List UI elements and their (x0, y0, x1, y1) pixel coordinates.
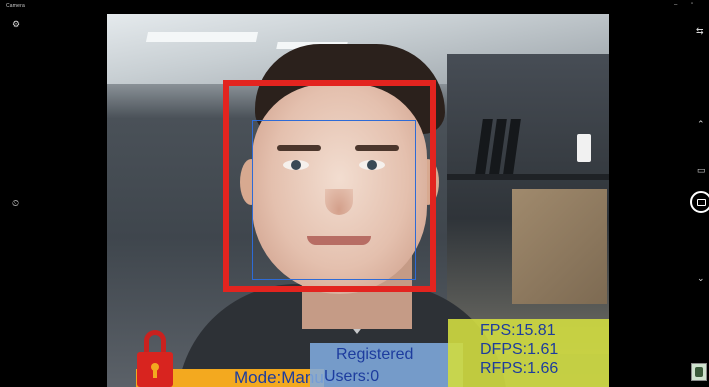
users-count: Users:0 (324, 368, 380, 385)
fps-value: FPS:15.81 (480, 322, 556, 339)
fps-stats-panel: FPS:15.81 DFPS:1.61 RFPS:1.66 (448, 319, 609, 387)
title-bar: Camera – ▫ (0, 0, 709, 14)
switch-camera-icon[interactable]: ⇆ (696, 27, 704, 36)
shelf (447, 174, 609, 180)
dfps-value: DFPS:1.61 (480, 341, 559, 358)
registered-users-panel: Registered Users:0 (310, 343, 463, 387)
app-title: Camera (6, 3, 25, 9)
cup (577, 134, 591, 162)
chevron-down-icon[interactable]: ⌄ (697, 274, 705, 283)
timer-icon[interactable]: ⏲ (12, 199, 19, 208)
minimize-button[interactable]: – (674, 2, 677, 8)
ceiling-light (145, 32, 259, 42)
cardboard-box (512, 189, 607, 304)
lock-icon (137, 330, 173, 387)
chevron-up-icon[interactable]: ⌃ (697, 120, 705, 129)
camera-viewfinder: Mode:Manual Registered Users:0 FPS:15.81… (107, 14, 609, 387)
photo-capture-button[interactable] (690, 191, 709, 213)
maximize-button[interactable]: ▫ (691, 1, 693, 7)
photo-capture-icon (696, 198, 706, 206)
last-capture-thumbnail[interactable] (691, 363, 707, 381)
settings-icon[interactable]: ⚙ (12, 20, 20, 29)
face-recognition-box (252, 120, 416, 280)
video-mode-icon[interactable]: ▭ (697, 166, 706, 175)
rfps-value: RFPS:1.66 (480, 360, 559, 377)
registered-label: Registered (336, 346, 414, 363)
